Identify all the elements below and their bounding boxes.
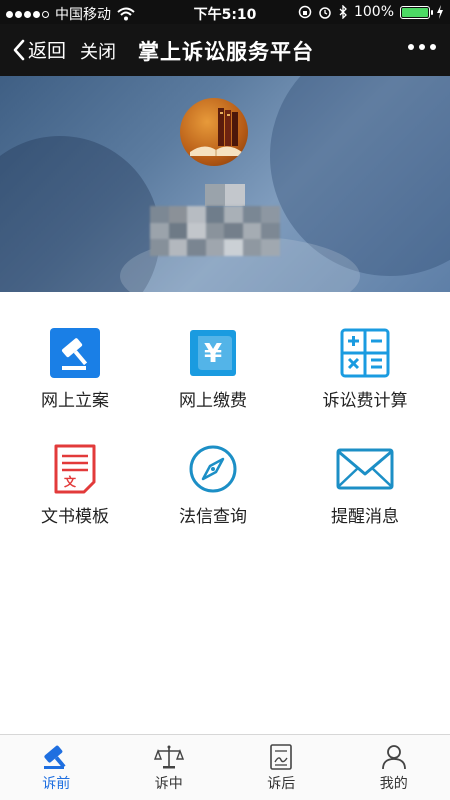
service-label: 提醒消息 xyxy=(331,507,399,527)
status-right: 100% xyxy=(298,4,444,20)
svg-text:¥: ¥ xyxy=(204,339,222,369)
rotation-lock-icon xyxy=(298,5,312,19)
service-label: 网上缴费 xyxy=(179,391,247,411)
gavel-icon xyxy=(44,745,66,769)
envelope-icon xyxy=(336,448,394,490)
gavel-icon xyxy=(50,328,100,378)
tab-post-litigation[interactable]: 诉后 xyxy=(225,735,338,800)
user-icon xyxy=(381,745,406,770)
chevron-left-icon xyxy=(13,39,25,60)
yuan-scroll-icon: ¥ xyxy=(190,330,236,376)
tab-pre-litigation[interactable]: 诉前 xyxy=(0,735,113,800)
blurred-name-fragment xyxy=(205,184,245,206)
battery-percent: 100% xyxy=(353,4,394,20)
back-label: 返回 xyxy=(28,40,67,62)
svg-text:文: 文 xyxy=(64,474,77,489)
tab-label: 诉后 xyxy=(267,776,296,792)
tab-mine[interactable]: 我的 xyxy=(338,735,450,800)
service-label: 诉讼费计算 xyxy=(322,391,408,411)
battery-icon xyxy=(400,5,433,19)
scales-icon xyxy=(153,745,184,769)
document-template-icon: 文 xyxy=(54,444,96,494)
service-label: 文书模板 xyxy=(41,507,109,527)
service-fee-calculator[interactable]: 诉讼费计算 xyxy=(290,328,440,411)
back-button[interactable]: 返回 xyxy=(12,36,66,63)
compass-icon xyxy=(189,445,237,493)
service-label: 法信查询 xyxy=(179,507,247,527)
profile-banner xyxy=(0,76,450,292)
bottom-tab-bar: 诉前 诉中 诉后 我的 xyxy=(0,734,450,800)
services-grid: 网上立案 ¥ 网上缴费 诉讼费计算 文 文书模板 法信查询 提醒消息 xyxy=(0,292,450,732)
tab-label: 诉中 xyxy=(154,776,183,792)
certificate-icon xyxy=(270,744,293,770)
tab-label: 我的 xyxy=(379,776,408,792)
service-document-templates[interactable]: 文 文书模板 xyxy=(0,444,150,527)
service-law-query[interactable]: 法信查询 xyxy=(138,444,288,527)
bluetooth-icon xyxy=(339,5,347,19)
navigation-bar: 返回 关闭 掌上诉讼服务平台 xyxy=(0,24,450,76)
alarm-icon xyxy=(319,7,331,19)
more-options-button[interactable] xyxy=(408,44,436,50)
close-button[interactable]: 关闭 xyxy=(80,38,116,64)
service-label: 网上立案 xyxy=(41,391,109,411)
calculator-icon xyxy=(340,328,390,378)
service-online-payment[interactable]: ¥ 网上缴费 xyxy=(138,328,288,411)
page-title: 掌上诉讼服务平台 xyxy=(138,40,314,64)
tab-in-litigation[interactable]: 诉中 xyxy=(113,735,226,800)
service-reminders[interactable]: 提醒消息 xyxy=(290,444,440,527)
status-bar: 中国移动 下午5:10 100% xyxy=(0,0,450,24)
tab-label: 诉前 xyxy=(42,776,71,792)
charging-icon xyxy=(437,5,443,19)
avatar[interactable] xyxy=(180,98,248,166)
blurred-user-name xyxy=(150,206,280,256)
service-online-filing[interactable]: 网上立案 xyxy=(0,328,150,411)
law-books-image xyxy=(190,108,242,156)
